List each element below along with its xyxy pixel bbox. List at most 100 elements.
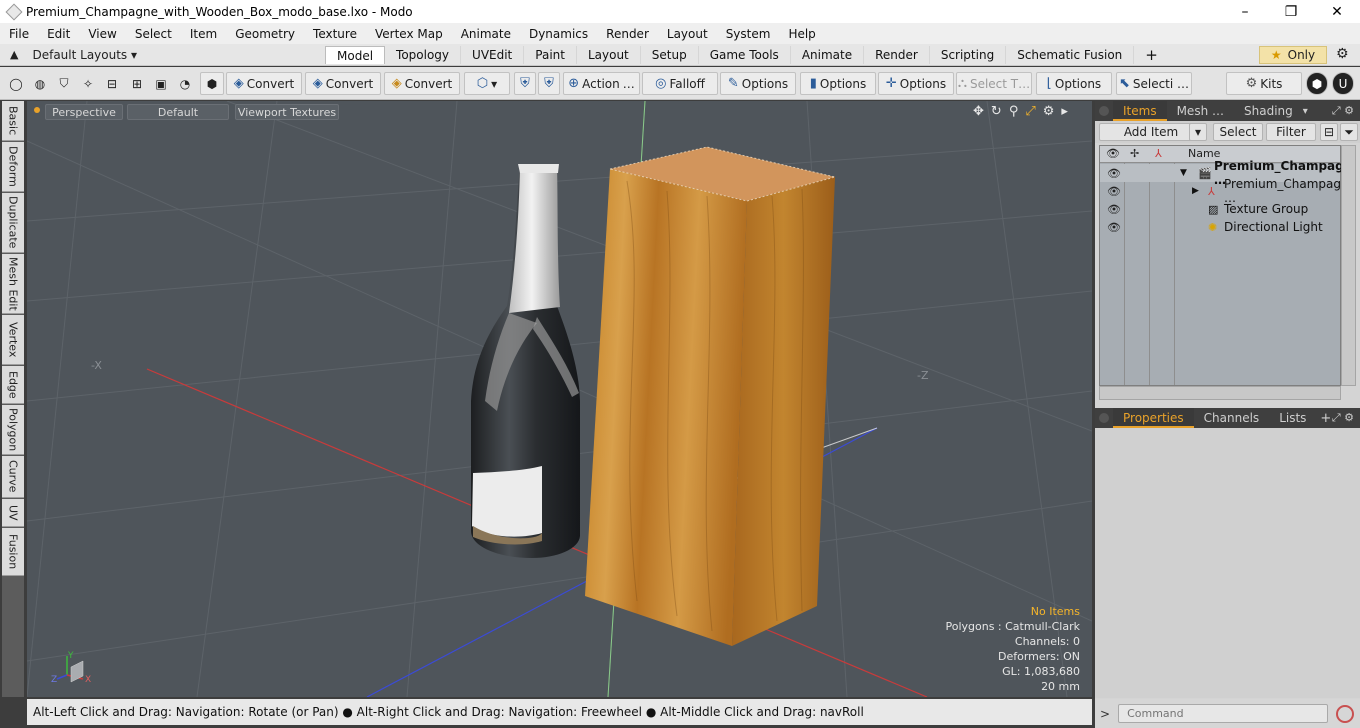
center-mode-icon[interactable]: ▣ (150, 72, 172, 95)
workplane-icon[interactable]: ⛨ (538, 72, 560, 95)
menu-select[interactable]: Select (126, 27, 181, 41)
convert-button-3[interactable]: ◈ Convert (384, 72, 460, 95)
collapse-arrow-icon[interactable]: ▲ (10, 48, 18, 61)
maximize-button[interactable]: ❐ (1268, 0, 1314, 23)
menu-view[interactable]: View (79, 27, 125, 41)
lock-column-icon[interactable]: ✢ (1130, 147, 1139, 160)
minimize-button[interactable]: – (1222, 0, 1268, 23)
tab-setup[interactable]: Setup (640, 45, 699, 64)
eye-icon[interactable]: 👁 (1107, 203, 1121, 216)
symmetry-icon[interactable]: ⛨ (514, 72, 536, 95)
panel-expand-icon[interactable]: ⤢ ⚙ (1332, 411, 1354, 425)
shading-default-button[interactable]: Default (127, 104, 229, 120)
side-tab-vertex[interactable]: Vertex (2, 315, 24, 365)
panel-expand-icon[interactable]: ⤢ ⚙ (1332, 104, 1354, 118)
add-item-dropdown[interactable]: ▾ (1189, 123, 1207, 141)
side-tab-mesh-edit[interactable]: Mesh Edit (2, 254, 24, 314)
menu-help[interactable]: Help (779, 27, 824, 41)
layouts-dropdown[interactable]: Default Layouts ▾ (32, 48, 137, 62)
eye-icon[interactable]: 👁 (1107, 221, 1121, 234)
tab-model[interactable]: Model (325, 45, 386, 64)
tree-horizontal-scrollbar[interactable] (1099, 386, 1341, 400)
funnel-icon[interactable]: ⏷ (1340, 123, 1358, 141)
menu-texture[interactable]: Texture (304, 27, 366, 41)
expand-icon[interactable]: ▸ (1061, 104, 1068, 119)
tab-schematic-fusion[interactable]: Schematic Fusion (1006, 45, 1135, 64)
menu-system[interactable]: System (717, 27, 780, 41)
menu-vertex-map[interactable]: Vertex Map (366, 27, 452, 41)
side-tab-basic[interactable]: Basic (2, 101, 24, 141)
menu-geometry[interactable]: Geometry (226, 27, 304, 41)
add-tab-button[interactable]: + (1320, 411, 1331, 426)
polygon-mode-icon[interactable]: ⛉ (53, 72, 75, 95)
convert-button-2[interactable]: ◈ Convert (305, 72, 381, 95)
menu-edit[interactable]: Edit (38, 27, 79, 41)
options-button-2[interactable]: ▮ Options (800, 72, 876, 95)
tab-lists[interactable]: Lists (1269, 408, 1316, 428)
side-tab-polygon[interactable]: Polygon (2, 405, 24, 455)
options-button-3[interactable]: ✛ Options (878, 72, 954, 95)
convert-button-1[interactable]: ◈ Convert (226, 72, 302, 95)
viewport-textures-button[interactable]: Viewport Textures (235, 104, 339, 120)
eye-icon[interactable]: 👁 (1107, 167, 1121, 180)
fit-icon[interactable]: ⤢ (1025, 104, 1035, 119)
filter-button[interactable]: Filter (1266, 123, 1316, 141)
snap-dropdown[interactable]: ⬡ ▾ (464, 72, 510, 95)
action-center-button[interactable]: ⊕ Action… (563, 72, 640, 95)
viewport-menu-dot[interactable] (34, 107, 40, 113)
tree-scrollbar[interactable] (1341, 145, 1356, 386)
mesh-mode-icon[interactable]: ⬢ (200, 72, 224, 95)
falloff-button[interactable]: ◎ Falloff (642, 72, 718, 95)
expand-icon[interactable]: ▼ (1180, 168, 1187, 178)
menu-item[interactable]: Item (181, 27, 226, 41)
menu-file[interactable]: File (0, 27, 38, 41)
tab-paint[interactable]: Paint (524, 45, 577, 64)
type-column-icon[interactable]: ⅄ (1155, 147, 1162, 160)
side-tab-curve[interactable]: Curve (2, 456, 24, 498)
tab-game-tools[interactable]: Game Tools (698, 45, 791, 64)
tree-row-directional-light[interactable]: 👁 ✺ Directional Light (1100, 218, 1340, 236)
viewport-settings-icon[interactable]: ⚙ (1043, 104, 1055, 119)
menu-layout[interactable]: Layout (658, 27, 717, 41)
unity-icon[interactable]: ⬢ (1306, 72, 1328, 95)
tab-uvedit[interactable]: UVEdit (461, 45, 525, 64)
panel-menu-dot[interactable] (1099, 413, 1109, 423)
side-tab-edge[interactable]: Edge (2, 366, 24, 404)
record-icon[interactable] (1336, 704, 1355, 723)
material-mode-icon[interactable]: ⊟ (101, 72, 123, 95)
command-input[interactable] (1118, 704, 1329, 723)
side-tab-deform[interactable]: Deform (2, 142, 24, 192)
tab-scripting[interactable]: Scripting (929, 45, 1007, 64)
side-tab-duplicate[interactable]: Duplicate (2, 193, 24, 253)
side-tab-fusion[interactable]: Fusion (2, 528, 24, 576)
select-through-button[interactable]: ⛬ Select T… (956, 72, 1032, 95)
kits-button[interactable]: ⚙ Kits (1226, 72, 1302, 95)
side-tab-uv[interactable]: UV (2, 499, 24, 527)
visibility-column-icon[interactable]: 👁 (1106, 147, 1120, 160)
unreal-icon[interactable]: U (1332, 72, 1354, 95)
tab-topology[interactable]: Topology (385, 45, 462, 64)
menu-render[interactable]: Render (597, 27, 658, 41)
tab-items[interactable]: Items (1113, 101, 1167, 121)
pivot-mode-icon[interactable]: ⊞ (126, 72, 148, 95)
collapse-icon[interactable]: ⊟ (1320, 123, 1338, 141)
only-toggle[interactable]: ★ Only (1259, 46, 1327, 64)
zoom-icon[interactable]: ⚲ (1009, 104, 1019, 119)
expand-icon[interactable]: ▶ (1192, 186, 1199, 196)
add-tab-button[interactable]: + (1134, 45, 1169, 64)
tab-layout[interactable]: Layout (576, 45, 641, 64)
select-button[interactable]: Select (1213, 123, 1263, 141)
menu-animate[interactable]: Animate (452, 27, 520, 41)
options-button-4[interactable]: ⌊ Options (1036, 72, 1112, 95)
rotate-icon[interactable]: ↻ (991, 104, 1002, 119)
menu-dynamics[interactable]: Dynamics (520, 27, 597, 41)
tab-animate[interactable]: Animate (790, 45, 865, 64)
item-mode-icon[interactable]: ✧ (77, 72, 99, 95)
tab-properties[interactable]: Properties (1113, 408, 1194, 428)
chevron-down-icon[interactable]: ▾ (1303, 106, 1308, 117)
tab-mesh[interactable]: Mesh … (1167, 101, 1234, 121)
panel-menu-dot[interactable] (1099, 106, 1109, 116)
pan-icon[interactable]: ✥ (973, 104, 984, 119)
edge-mode-icon[interactable]: ◍ (29, 72, 51, 95)
tab-render[interactable]: Render (864, 45, 930, 64)
